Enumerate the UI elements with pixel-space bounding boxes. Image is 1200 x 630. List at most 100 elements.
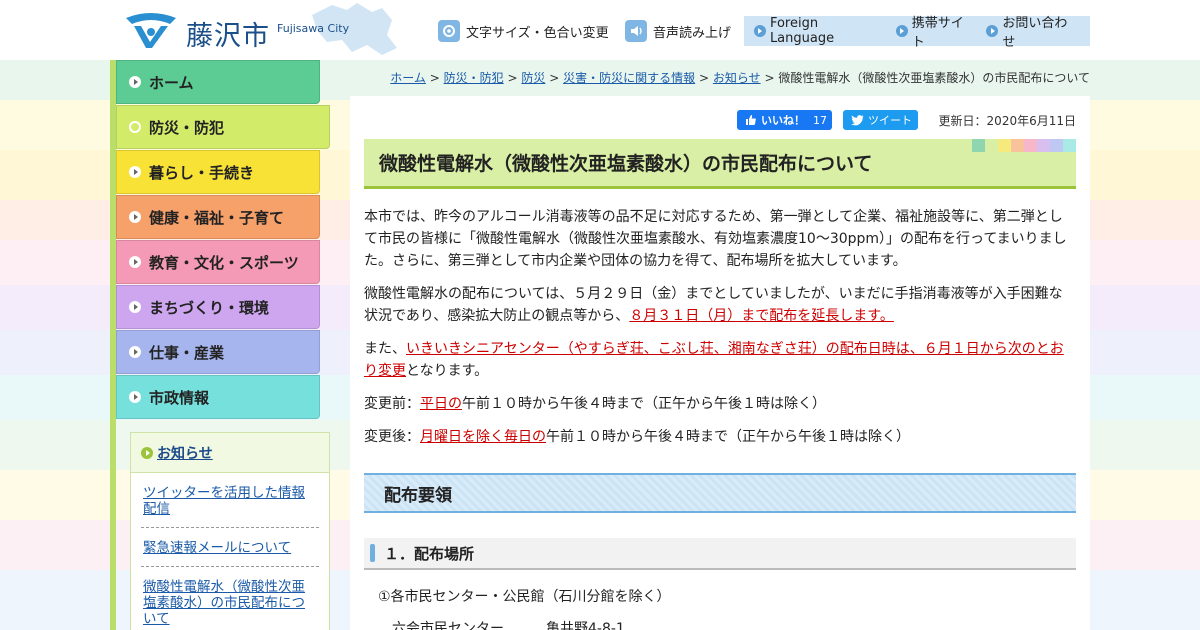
nav-item-label: 健康・福祉・子育て xyxy=(149,208,285,227)
gear-icon xyxy=(438,20,460,42)
paragraph-intro: 本市では、昨今のアルコール消毒液等の品不足に対応するため、第一弾として企業、福祉… xyxy=(364,209,1067,269)
breadcrumb-link-disaster[interactable]: 防災 xyxy=(521,71,545,85)
speaker-icon xyxy=(625,20,647,42)
mobile-site-link[interactable]: 携帯サイト xyxy=(895,12,977,50)
nav-item-city-admin[interactable]: 市政情報 xyxy=(116,375,320,419)
breadcrumb-separator: > xyxy=(764,71,775,85)
header-links-box: Foreign Language 携帯サイト お問い合わせ xyxy=(744,16,1090,50)
breadcrumb-link-disaster-crime[interactable]: 防災・防犯 xyxy=(444,71,504,85)
location-name: 六会市民センター xyxy=(392,621,504,630)
arrow-bullet-icon xyxy=(986,25,999,37)
arrow-bullet-icon xyxy=(754,25,766,37)
nav-item-label: ホーム xyxy=(149,73,194,92)
subsection-heading-locations: １．配布場所 xyxy=(364,538,1076,570)
breadcrumb: ホーム > 防災・防犯 > 防災 > 災害・防災に関する情報 > お知らせ > … xyxy=(390,69,1090,86)
nav-item-label: 暮らし・手続き xyxy=(149,163,255,182)
arrow-bullet-icon xyxy=(129,166,141,178)
text-run: 変更後： xyxy=(364,429,420,445)
side-news-item[interactable]: 緊急速報メールについて xyxy=(141,536,319,567)
nav-item-label: まちづくり・環境 xyxy=(149,298,270,317)
text-run: となります。 xyxy=(406,363,489,379)
arrow-bullet-icon xyxy=(129,211,141,223)
mobile-site-label: 携帯サイト xyxy=(911,16,964,50)
nav-item-living[interactable]: 暮らし・手続き xyxy=(116,150,320,194)
side-news-item[interactable]: 微酸性電解水（微酸性次亜塩素酸水）の市民配布について xyxy=(141,575,319,630)
nav-item-label: 市政情報 xyxy=(149,388,210,407)
arrow-bullet-icon xyxy=(129,301,141,313)
arrow-bullet-icon xyxy=(129,256,141,268)
breadcrumb-link-disaster-info[interactable]: 災害・防災に関する情報 xyxy=(563,71,695,85)
arrow-bullet-icon xyxy=(129,346,141,358)
foreign-language-link[interactable]: Foreign Language xyxy=(754,16,886,46)
facebook-like-button[interactable]: いいね！ 17 xyxy=(737,110,832,130)
breadcrumb-separator: > xyxy=(549,71,560,85)
side-news-title-link[interactable]: お知らせ xyxy=(131,433,329,473)
location-row: 六会市民センター 亀井野4-8-1 xyxy=(392,618,625,630)
side-news-list: ツイッターを活用した情報配信 緊急速報メールについて 微酸性電解水（微酸性次亜塩… xyxy=(131,473,329,630)
foreign-language-label: Foreign Language xyxy=(769,16,835,46)
nav-item-label: 防災・防犯 xyxy=(149,118,225,137)
article-body: 本市では、昨今のアルコール消毒液等の品不足に対応するため、第一弾として企業、福祉… xyxy=(364,206,1076,459)
voice-reader-link[interactable]: 音声読み上げ xyxy=(625,16,731,46)
text-size-label: 文字サイズ・色合い変更 xyxy=(466,25,609,41)
logo-text: 藤沢市 xyxy=(186,21,270,52)
title-color-decoration xyxy=(972,139,1076,152)
side-news-item[interactable]: ツイッターを活用した情報配信 xyxy=(141,481,319,528)
page-title: 微酸性電解水（微酸性次亜塩素酸水）の市民配布について xyxy=(364,139,1076,189)
paragraph-senior-center: また、いきいきシニアセンター（やすらぎ荘、こぶし荘、湘南なぎさ荘）の配布日時は、… xyxy=(364,338,1076,382)
tweet-button[interactable]: ツイート xyxy=(843,110,918,130)
nav-item-disaster-prevention[interactable]: 防災・防犯 xyxy=(116,105,330,149)
highlight-weekdays: 平日の xyxy=(420,396,462,412)
nav-item-home[interactable]: ホーム xyxy=(116,60,320,104)
breadcrumb-separator: > xyxy=(507,71,518,85)
site-header: 藤沢市 Fujisawa City 文字サイズ・色合い変更 音声読み上げ For… xyxy=(0,0,1200,60)
text-run: 変更前： xyxy=(364,396,420,412)
text-size-color-link[interactable]: 文字サイズ・色合い変更 xyxy=(438,16,609,46)
city-emblem-icon xyxy=(126,13,176,48)
twitter-bird-icon xyxy=(851,114,864,125)
text-run: 午前１０時から午後４時まで（正午から午後１時は除く） xyxy=(546,429,910,445)
paragraph-extension: 微酸性電解水の配布については、５月２９日（金）までとしていましたが、いまだに手指… xyxy=(364,283,1076,327)
breadcrumb-current: 微酸性電解水（微酸性次亜塩素酸水）の市民配布について xyxy=(778,71,1090,85)
breadcrumb-link-home[interactable]: ホーム xyxy=(390,71,426,85)
main-content: いいね！ 17 ツイート 更新日：2020年6月11日 微酸性電解水（微酸性次亜… xyxy=(350,96,1090,630)
breadcrumb-separator: > xyxy=(429,71,440,85)
arrow-bullet-icon xyxy=(129,391,141,403)
location-address: 亀井野4-8-1 xyxy=(546,621,625,630)
paragraph-after: 変更後：月曜日を除く毎日の午前１０時から午後４時まで（正午から午後１時は除く） xyxy=(364,426,1076,448)
breadcrumb-separator: > xyxy=(698,71,710,85)
logo-subtitle: Fujisawa City xyxy=(277,22,350,35)
heading-bar-decoration xyxy=(370,544,375,562)
highlight-except-monday: 月曜日を除く毎日の xyxy=(420,429,546,445)
contact-link[interactable]: お問い合わせ xyxy=(986,12,1080,50)
arrow-bullet-icon xyxy=(129,76,141,88)
site-logo[interactable]: 藤沢市 Fujisawa City xyxy=(122,3,422,56)
section-heading-distribution: 配布要領 xyxy=(364,473,1076,513)
voice-reader-label: 音声読み上げ xyxy=(653,25,732,41)
text-run: 午前１０時から午後４時まで（正午から午後１時は除く） xyxy=(462,396,826,412)
arrow-bullet-icon xyxy=(895,25,908,37)
paragraph-before: 変更前：平日の午前１０時から午後４時まで（正午から午後１時は除く） xyxy=(364,393,1076,415)
tweet-label: ツイート xyxy=(868,114,912,127)
share-row: いいね！ 17 ツイート 更新日：2020年6月11日 xyxy=(350,110,1090,132)
breadcrumb-link-notices[interactable]: お知らせ xyxy=(713,71,761,85)
like-count: 17 xyxy=(813,113,827,127)
arrow-bullet-icon xyxy=(141,446,153,459)
subsection-heading-text: １．配布場所 xyxy=(384,544,475,563)
thumbs-up-icon xyxy=(746,115,756,125)
nav-item-label: 教育・文化・スポーツ xyxy=(149,253,299,272)
nav-item-education-culture[interactable]: 教育・文化・スポーツ xyxy=(116,240,320,284)
side-news-box: お知らせ ツイッターを活用した情報配信 緊急速報メールについて 微酸性電解水（微… xyxy=(130,432,330,630)
highlight-extension: ８月３１日（月）まで配布を延長します。 xyxy=(629,308,894,324)
nav-item-label: 仕事・産業 xyxy=(149,343,225,362)
text-run: また、 xyxy=(364,341,406,357)
contact-label: お問い合わせ xyxy=(1002,16,1068,50)
nav-item-work-industry[interactable]: 仕事・産業 xyxy=(116,330,320,374)
ring-bullet-icon xyxy=(129,121,141,133)
location-category: ①各市民センター・公民館（石川分館を除く） xyxy=(378,589,671,605)
updated-date: 更新日：2020年6月11日 xyxy=(938,114,1076,128)
nav-item-town-environment[interactable]: まちづくり・環境 xyxy=(116,285,320,329)
page-title-text: 微酸性電解水（微酸性次亜塩素酸水）の市民配布について xyxy=(379,153,873,175)
side-news-title: お知らせ xyxy=(157,445,213,462)
nav-item-health-welfare[interactable]: 健康・福祉・子育て xyxy=(116,195,320,239)
